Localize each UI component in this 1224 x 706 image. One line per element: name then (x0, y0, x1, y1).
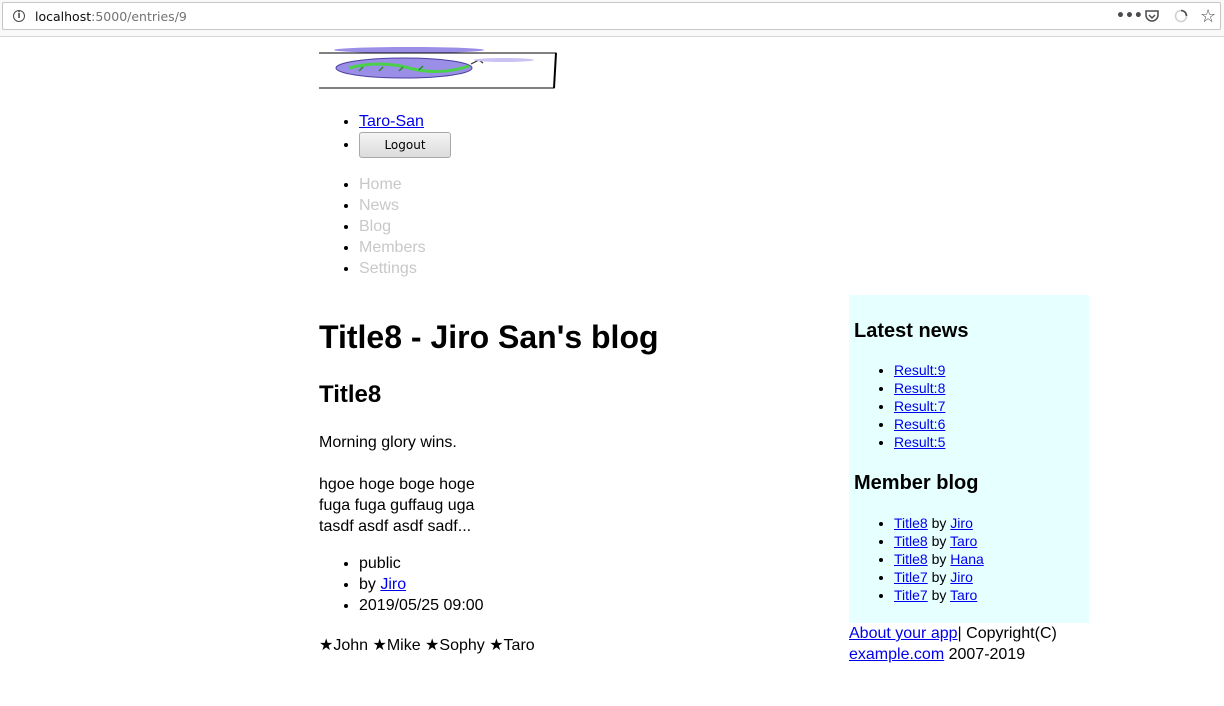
info-icon[interactable]: i (13, 10, 25, 22)
by-label: by (927, 587, 951, 603)
blog-item: Title7 by Taro (894, 586, 984, 604)
member-blog-heading: Member blog (854, 472, 979, 494)
site-link[interactable]: example.com (849, 646, 944, 663)
nav-item-blog[interactable]: Blog (359, 216, 426, 237)
nav-item-settings[interactable]: Settings (359, 258, 426, 279)
news-link[interactable]: Result:7 (894, 398, 945, 414)
entry-body-line: hgoe hoge boge hoge (319, 476, 475, 493)
nav-label-members: Members (359, 239, 426, 256)
blog-title-link[interactable]: Title7 (894, 569, 928, 585)
blog-author-link[interactable]: Jiro (950, 515, 973, 531)
footer: About your app| Copyright(C) example.com… (849, 623, 1089, 665)
spinner-icon (1173, 8, 1191, 26)
nav-label-settings: Settings (359, 260, 417, 277)
main-content: Title8 - Jiro San's blog Title8 Morning … (319, 315, 839, 654)
by-label: by (927, 569, 951, 585)
blog-title-link[interactable]: Title8 (894, 515, 928, 531)
nav-label-news: News (359, 197, 400, 214)
nav-label-blog: Blog (359, 218, 392, 235)
news-link[interactable]: Result:5 (894, 434, 945, 450)
nav-label-home: Home (359, 176, 402, 193)
news-item: Result:5 (894, 433, 945, 451)
copyright-text: | Copyright(C) (957, 625, 1057, 642)
url-text[interactable]: localhost:5000/entries/9 (35, 9, 187, 24)
news-link[interactable]: Result:8 (894, 380, 945, 396)
entry-body: hgoe hoge boge hoge fuga fuga guffaug ug… (319, 474, 475, 537)
logout-button[interactable]: Logout (359, 132, 451, 158)
blog-title-link[interactable]: Title8 (894, 551, 928, 567)
user-nav-item-profile: Taro-San (359, 111, 451, 132)
member-blog-list: Title8 by Jiro Title8 by Taro Title8 by … (854, 514, 984, 604)
by-label: by (927, 533, 951, 549)
news-link[interactable]: Result:6 (894, 416, 945, 432)
entry-date: 2019/05/25 09:00 (359, 595, 484, 616)
by-label: by (927, 551, 951, 567)
nav-item-news[interactable]: News (359, 195, 426, 216)
address-bar[interactable]: i localhost:5000/entries/9 ••• ☆ (2, 2, 1221, 30)
nav-item-home[interactable]: Home (359, 174, 426, 195)
blog-item: Title8 by Taro (894, 532, 984, 550)
sidebar: Latest news Result:9 Result:8 Result:7 R… (849, 295, 1089, 623)
latest-news-list: Result:9 Result:8 Result:7 Result:6 Resu… (854, 361, 945, 451)
blog-item: Title8 by Jiro (894, 514, 984, 532)
entry-body-line: tasdf asdf asdf sadf... (319, 518, 472, 535)
entry-author-link[interactable]: Jiro (380, 576, 406, 593)
site-logo[interactable] (319, 46, 559, 90)
user-profile-link[interactable]: Taro-San (359, 113, 424, 130)
blog-title-link[interactable]: Title7 (894, 587, 928, 603)
entry-meta: public by Jiro 2019/05/25 09:00 (319, 553, 484, 616)
pocket-icon[interactable] (1144, 8, 1162, 26)
news-link[interactable]: Result:9 (894, 362, 945, 378)
news-item: Result:7 (894, 397, 945, 415)
blog-item: Title8 by Hana (894, 550, 984, 568)
news-item: Result:9 (894, 361, 945, 379)
blog-author-link[interactable]: Jiro (950, 569, 973, 585)
by-label: by (927, 515, 951, 531)
url-host: localhost (35, 9, 92, 24)
url-path: :5000/entries/9 (91, 9, 187, 24)
latest-news-heading: Latest news (854, 320, 969, 342)
entry-author-item: by Jiro (359, 574, 484, 595)
entry-title: Title8 (319, 381, 382, 408)
nav-item-members[interactable]: Members (359, 237, 426, 258)
user-nav-item-logout: Logout (359, 132, 451, 158)
blog-author-link[interactable]: Hana (950, 551, 983, 567)
entry-summary: Morning glory wins. (319, 434, 457, 451)
main-nav: Home News Blog Members Settings (319, 174, 426, 279)
user-nav: Taro-San Logout (319, 111, 451, 158)
more-icon[interactable]: ••• (1116, 8, 1143, 26)
entry-body-line: fuga fuga guffaug uga (319, 497, 475, 514)
page-title: Title8 - Jiro San's blog (319, 319, 659, 355)
news-item: Result:8 (894, 379, 945, 397)
browser-toolbar: i localhost:5000/entries/9 ••• ☆ (0, 0, 1224, 37)
about-app-link[interactable]: About your app (849, 625, 958, 642)
blog-author-link[interactable]: Taro (950, 533, 977, 549)
blog-author-link[interactable]: Taro (950, 587, 977, 603)
blog-item: Title7 by Jiro (894, 568, 984, 586)
news-item: Result:6 (894, 415, 945, 433)
star-icon[interactable]: ☆ (1200, 8, 1218, 26)
blog-title-link[interactable]: Title8 (894, 533, 928, 549)
entry-visibility: public (359, 553, 484, 574)
likes-list: ★John ★Mike ★Sophy ★Taro (319, 637, 535, 654)
copyright-years: 2007-2019 (944, 646, 1026, 663)
by-label: by (359, 576, 381, 593)
